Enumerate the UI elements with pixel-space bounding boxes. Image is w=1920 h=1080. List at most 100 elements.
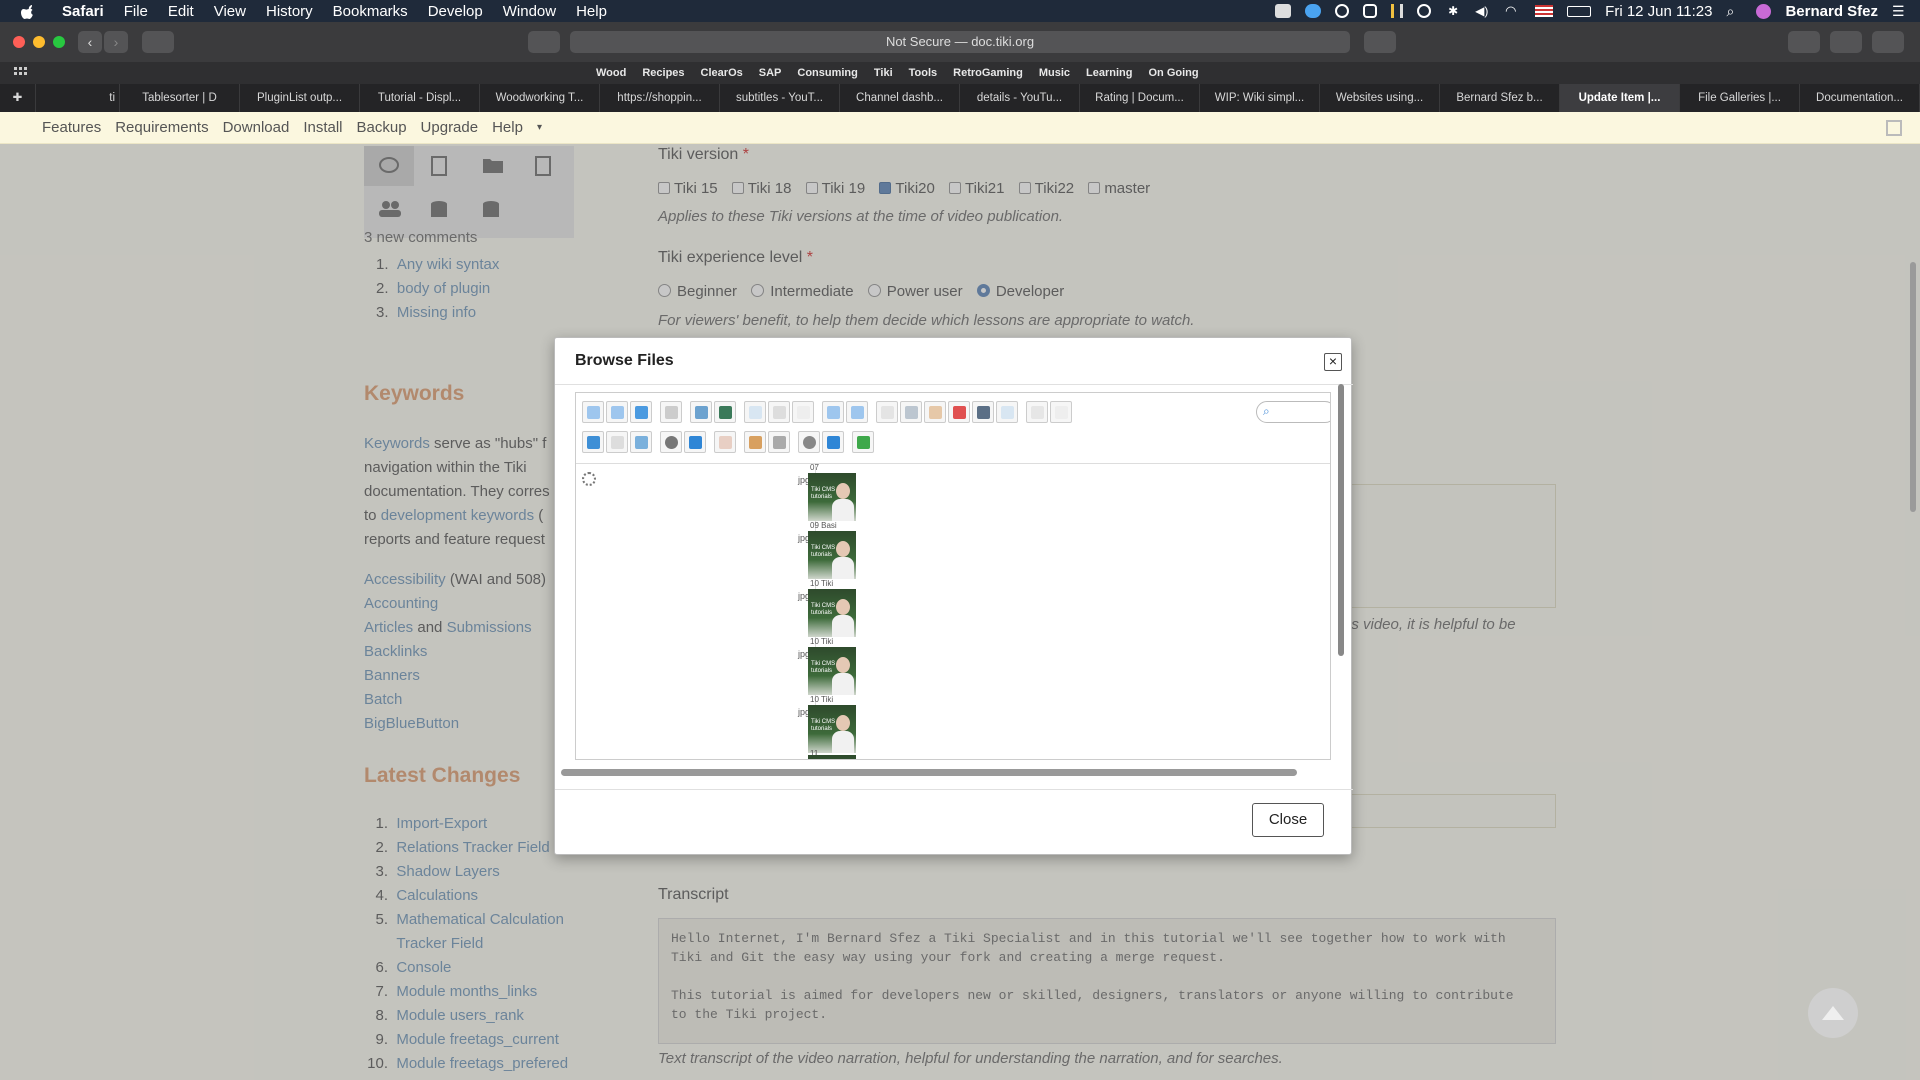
reader-button[interactable] bbox=[1364, 31, 1396, 53]
back-nav-button[interactable] bbox=[582, 401, 604, 423]
upload-button[interactable] bbox=[714, 401, 736, 423]
onepassword-tray-icon[interactable] bbox=[1335, 4, 1350, 18]
apple-icon[interactable] bbox=[20, 2, 38, 20]
file-thumbnail[interactable]: Tiki CMS tutorials bbox=[808, 531, 856, 579]
favorite-learning[interactable]: Learning bbox=[1086, 67, 1132, 79]
undo-button[interactable] bbox=[822, 401, 844, 423]
favorite-music[interactable]: Music bbox=[1039, 67, 1070, 79]
forward-button[interactable]: › bbox=[104, 31, 128, 53]
tab[interactable]: WIP: Wiki simpl... bbox=[1200, 84, 1320, 112]
favorite-tools[interactable]: Tools bbox=[909, 67, 938, 79]
menu-edit[interactable]: Edit bbox=[158, 3, 204, 20]
share-button[interactable] bbox=[1830, 31, 1862, 53]
tabs-overview-button[interactable] bbox=[1872, 31, 1904, 53]
user-avatar-icon[interactable] bbox=[1756, 3, 1772, 19]
nav-install[interactable]: Install bbox=[303, 119, 342, 136]
battery-monitor-tray-icon[interactable] bbox=[1391, 4, 1404, 18]
tab[interactable]: File Galleries |... bbox=[1680, 84, 1800, 112]
nav-requirements[interactable]: Requirements bbox=[115, 119, 208, 136]
file-thumbnail[interactable]: Tiki CMS tutorials bbox=[808, 473, 856, 521]
battery-tray-icon[interactable] bbox=[1567, 5, 1592, 17]
icons-view-button[interactable] bbox=[582, 431, 604, 453]
back-button[interactable]: ‹ bbox=[78, 31, 102, 53]
app-tray-icon[interactable] bbox=[1363, 4, 1378, 18]
bluetooth-tray-icon[interactable]: ✱ bbox=[1445, 4, 1461, 18]
forward-nav-button[interactable] bbox=[606, 401, 628, 423]
tab[interactable]: ti bbox=[36, 84, 120, 112]
menu-help[interactable]: Help bbox=[566, 3, 617, 20]
spotlight-search-icon[interactable]: ⌕ bbox=[1726, 4, 1742, 18]
duplicate-button[interactable] bbox=[996, 401, 1018, 423]
cloud-tray-icon[interactable] bbox=[1305, 4, 1322, 18]
flag-tray-icon[interactable] bbox=[1535, 5, 1554, 17]
tab[interactable]: Channel dashb... bbox=[840, 84, 960, 112]
address-bar[interactable]: Not Secure — doc.tiki.org bbox=[570, 31, 1350, 53]
favorite-clearos[interactable]: ClearOs bbox=[701, 67, 743, 79]
menu-history[interactable]: History bbox=[256, 3, 323, 20]
file-thumbnail[interactable]: Tiki CMS tutorials bbox=[808, 589, 856, 637]
preview-button[interactable] bbox=[660, 431, 682, 453]
info-button[interactable] bbox=[684, 431, 706, 453]
menu-app-safari[interactable]: Safari bbox=[52, 3, 114, 20]
menubar-user[interactable]: Bernard Sfez bbox=[1785, 3, 1878, 20]
help-button[interactable] bbox=[822, 431, 844, 453]
volume-tray-icon[interactable]: ◀) bbox=[1475, 4, 1491, 18]
sort-button[interactable] bbox=[768, 431, 790, 453]
open-button[interactable] bbox=[744, 401, 766, 423]
redo-button[interactable] bbox=[846, 401, 868, 423]
maximize-window-button[interactable] bbox=[53, 36, 65, 48]
up-nav-button[interactable] bbox=[630, 401, 652, 423]
tab[interactable]: subtitles - YouT... bbox=[720, 84, 840, 112]
download-button[interactable] bbox=[768, 401, 790, 423]
select-button[interactable] bbox=[792, 401, 814, 423]
wifi-tray-icon[interactable]: ◠ bbox=[1505, 4, 1521, 18]
copy-button[interactable] bbox=[876, 401, 898, 423]
file-thumbnail[interactable] bbox=[808, 755, 856, 759]
select-all-button[interactable] bbox=[1050, 401, 1072, 423]
tab-active[interactable]: Update Item |... bbox=[1560, 84, 1680, 112]
tab[interactable]: Websites using... bbox=[1320, 84, 1440, 112]
rename-button[interactable] bbox=[1026, 401, 1048, 423]
tab[interactable]: Woodworking T... bbox=[480, 84, 600, 112]
favorite-sap[interactable]: SAP bbox=[759, 67, 782, 79]
privacy-report-button[interactable] bbox=[528, 31, 560, 53]
downloads-button[interactable] bbox=[1788, 31, 1820, 53]
menu-window[interactable]: Window bbox=[493, 3, 566, 20]
favorite-ongoing[interactable]: On Going bbox=[1148, 67, 1198, 79]
nav-features[interactable]: Features bbox=[42, 119, 101, 136]
grid-icon[interactable] bbox=[14, 67, 28, 79]
tiles-view-button[interactable] bbox=[630, 431, 652, 453]
list-view-button[interactable] bbox=[744, 431, 766, 453]
tab[interactable]: details - YouTu... bbox=[960, 84, 1080, 112]
favorite-wood[interactable]: Wood bbox=[596, 67, 626, 79]
delete-button[interactable] bbox=[948, 401, 970, 423]
tab[interactable]: Tablesorter | D bbox=[120, 84, 240, 112]
tab[interactable]: Bernard Sfez b... bbox=[1440, 84, 1560, 112]
tab[interactable]: PluginList outp... bbox=[240, 84, 360, 112]
file-thumbnail[interactable]: Tiki CMS tutorials bbox=[808, 647, 856, 695]
favorite-retrogaming[interactable]: RetroGaming bbox=[953, 67, 1023, 79]
menu-develop[interactable]: Develop bbox=[418, 3, 493, 20]
nav-backup[interactable]: Backup bbox=[357, 119, 407, 136]
menu-bookmarks[interactable]: Bookmarks bbox=[323, 3, 418, 20]
tab[interactable]: https://shoppin... bbox=[600, 84, 720, 112]
nav-download[interactable]: Download bbox=[223, 119, 290, 136]
file-list-horizontal-scrollbar[interactable] bbox=[561, 769, 1297, 776]
scroll-to-top-button[interactable] bbox=[1808, 988, 1858, 1038]
tab[interactable]: Documentation... bbox=[1800, 84, 1920, 112]
help-dropdown-icon[interactable]: ▾ bbox=[537, 122, 542, 133]
close-button[interactable]: Close bbox=[1252, 803, 1324, 837]
file-search-input[interactable]: ⌕ bbox=[1256, 401, 1330, 423]
page-scrollbar[interactable] bbox=[1910, 262, 1916, 512]
cut-button[interactable] bbox=[900, 401, 922, 423]
sidebar-toggle-button[interactable] bbox=[142, 31, 174, 53]
reload-button[interactable] bbox=[660, 401, 682, 423]
settings-button[interactable] bbox=[798, 431, 820, 453]
new-tab-button[interactable]: ✚ bbox=[0, 84, 36, 112]
notification-center-icon[interactable]: ☰ bbox=[1892, 4, 1908, 18]
nav-help[interactable]: Help bbox=[492, 119, 523, 136]
menu-view[interactable]: View bbox=[204, 3, 256, 20]
time-machine-tray-icon[interactable] bbox=[1417, 4, 1432, 18]
messages-tray-icon[interactable] bbox=[1275, 4, 1292, 18]
paste-button[interactable] bbox=[924, 401, 946, 423]
